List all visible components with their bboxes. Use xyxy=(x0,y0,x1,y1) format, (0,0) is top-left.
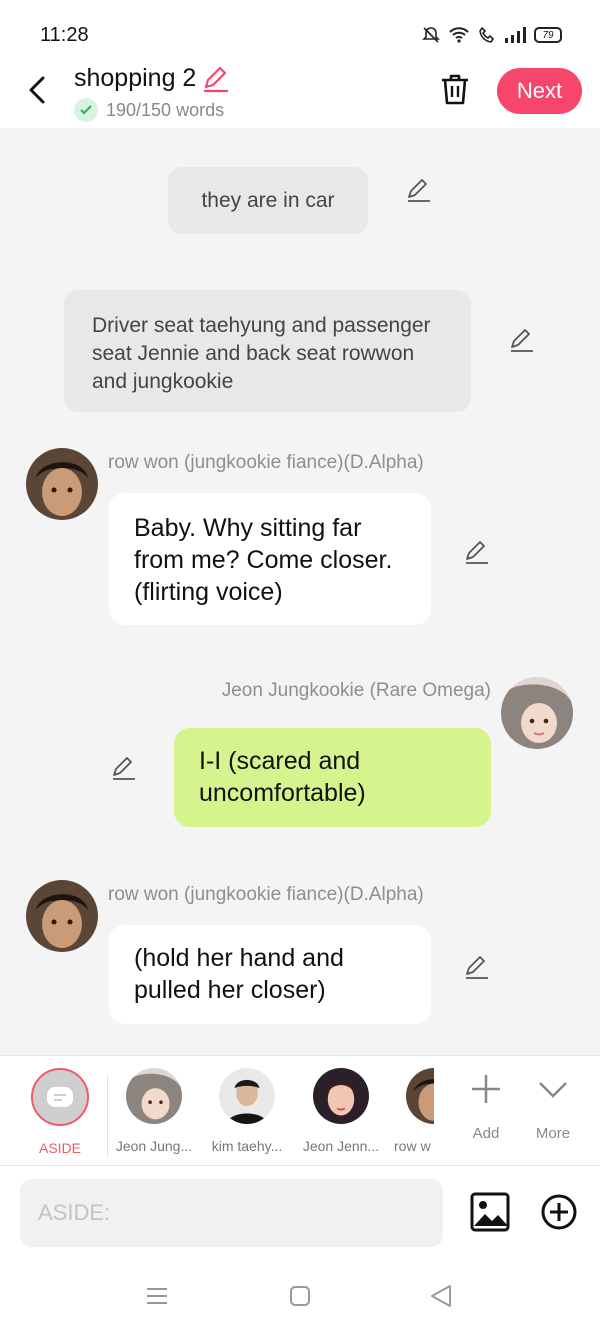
divider xyxy=(107,1076,108,1156)
bell-off-icon xyxy=(422,27,440,43)
avatar xyxy=(219,1068,275,1124)
character-bar: ASIDE Jeon Jung... kim taehy... Jeon Jen… xyxy=(0,1055,600,1165)
image-icon xyxy=(470,1192,510,1232)
home-icon[interactable] xyxy=(287,1283,313,1309)
status-icons: 79 xyxy=(422,26,562,44)
edit-icon[interactable] xyxy=(462,953,490,981)
word-count: 190/150 words xyxy=(106,99,225,120)
avatar xyxy=(126,1068,182,1124)
system-nav-bar xyxy=(0,1255,600,1333)
chevron-down-icon xyxy=(539,1082,567,1098)
character-rowwon[interactable]: row w xyxy=(390,1068,434,1154)
battery-icon: 79 xyxy=(534,27,562,43)
add-label: Add xyxy=(472,1125,500,1142)
character-label: Jeon Jenn... xyxy=(302,1138,380,1154)
header: shopping 2 190/150 words Next xyxy=(0,60,600,128)
aside-bubble[interactable]: Driver seat taehyung and passenger seat … xyxy=(64,290,471,412)
avatar-rowwon[interactable] xyxy=(26,448,98,520)
wordcount-row: 190/150 words xyxy=(74,98,224,122)
aside-text: they are in car xyxy=(201,188,335,212)
more-button[interactable]: More xyxy=(523,1072,583,1142)
character-label: ASIDE xyxy=(38,1140,81,1156)
chevron-left-icon xyxy=(29,76,45,104)
character-label: row w xyxy=(394,1138,431,1154)
edit-icon[interactable] xyxy=(404,176,432,204)
back-button[interactable] xyxy=(22,72,52,108)
menu-icon[interactable] xyxy=(144,1283,170,1309)
delete-button[interactable] xyxy=(438,70,472,108)
message-text: Baby. Why sitting far from me? Come clos… xyxy=(134,514,393,606)
status-bar: 11:28 79 xyxy=(0,0,600,60)
input-bar xyxy=(0,1165,600,1255)
aside-bubble[interactable]: they are in car xyxy=(168,167,368,234)
signal-icon xyxy=(505,27,526,43)
aside-text: Driver seat taehyung and passenger seat … xyxy=(92,314,431,393)
character-label: kim taehy... xyxy=(211,1138,283,1154)
trash-icon xyxy=(442,74,468,105)
back-triangle-icon[interactable] xyxy=(428,1283,454,1309)
sender-name: row won (jungkookie fiance)(D.Alpha) xyxy=(108,884,424,905)
character-label: Jeon Jung... xyxy=(115,1138,193,1154)
avatar xyxy=(406,1068,434,1124)
status-time: 11:28 xyxy=(40,24,89,46)
avatar-rowwon[interactable] xyxy=(26,880,98,952)
edit-icon[interactable] xyxy=(462,538,490,566)
check-icon xyxy=(74,98,98,122)
message-bubble[interactable]: I-I (scared and uncomfortable) xyxy=(174,728,491,827)
add-character-button[interactable]: Add xyxy=(456,1072,516,1142)
avatar xyxy=(313,1068,369,1124)
character-aside[interactable]: ASIDE xyxy=(15,1068,105,1156)
message-bubble[interactable]: (hold her hand and pulled her closer) xyxy=(109,925,431,1024)
plus-icon xyxy=(472,1075,500,1103)
message-text: I-I (scared and uncomfortable) xyxy=(199,747,366,807)
title-row: shopping 2 xyxy=(74,64,230,93)
message-text: (hold her hand and pulled her closer) xyxy=(134,944,344,1004)
avatar-jungkookie[interactable] xyxy=(501,677,573,749)
wifi-icon xyxy=(449,27,469,43)
story-title: shopping 2 xyxy=(74,64,197,92)
plus-circle-icon xyxy=(541,1194,577,1230)
character-taehyung[interactable]: kim taehy... xyxy=(202,1068,292,1154)
edit-icon[interactable] xyxy=(507,326,535,354)
insert-image-button[interactable] xyxy=(470,1192,510,1232)
edit-icon[interactable] xyxy=(109,754,137,782)
edit-title-icon[interactable] xyxy=(202,65,230,93)
sender-name: Jeon Jungkookie (Rare Omega) xyxy=(221,680,491,701)
sender-name: row won (jungkookie fiance)(D.Alpha) xyxy=(108,452,424,473)
aside-icon xyxy=(31,1068,89,1126)
character-jungkookie[interactable]: Jeon Jung... xyxy=(109,1068,199,1154)
message-bubble[interactable]: Baby. Why sitting far from me? Come clos… xyxy=(109,493,431,625)
call-icon xyxy=(479,26,495,43)
add-content-button[interactable] xyxy=(540,1193,578,1231)
message-input[interactable] xyxy=(20,1179,443,1247)
character-jennie[interactable]: Jeon Jenn... xyxy=(296,1068,386,1154)
next-button[interactable]: Next xyxy=(497,68,582,114)
more-label: More xyxy=(535,1125,571,1142)
